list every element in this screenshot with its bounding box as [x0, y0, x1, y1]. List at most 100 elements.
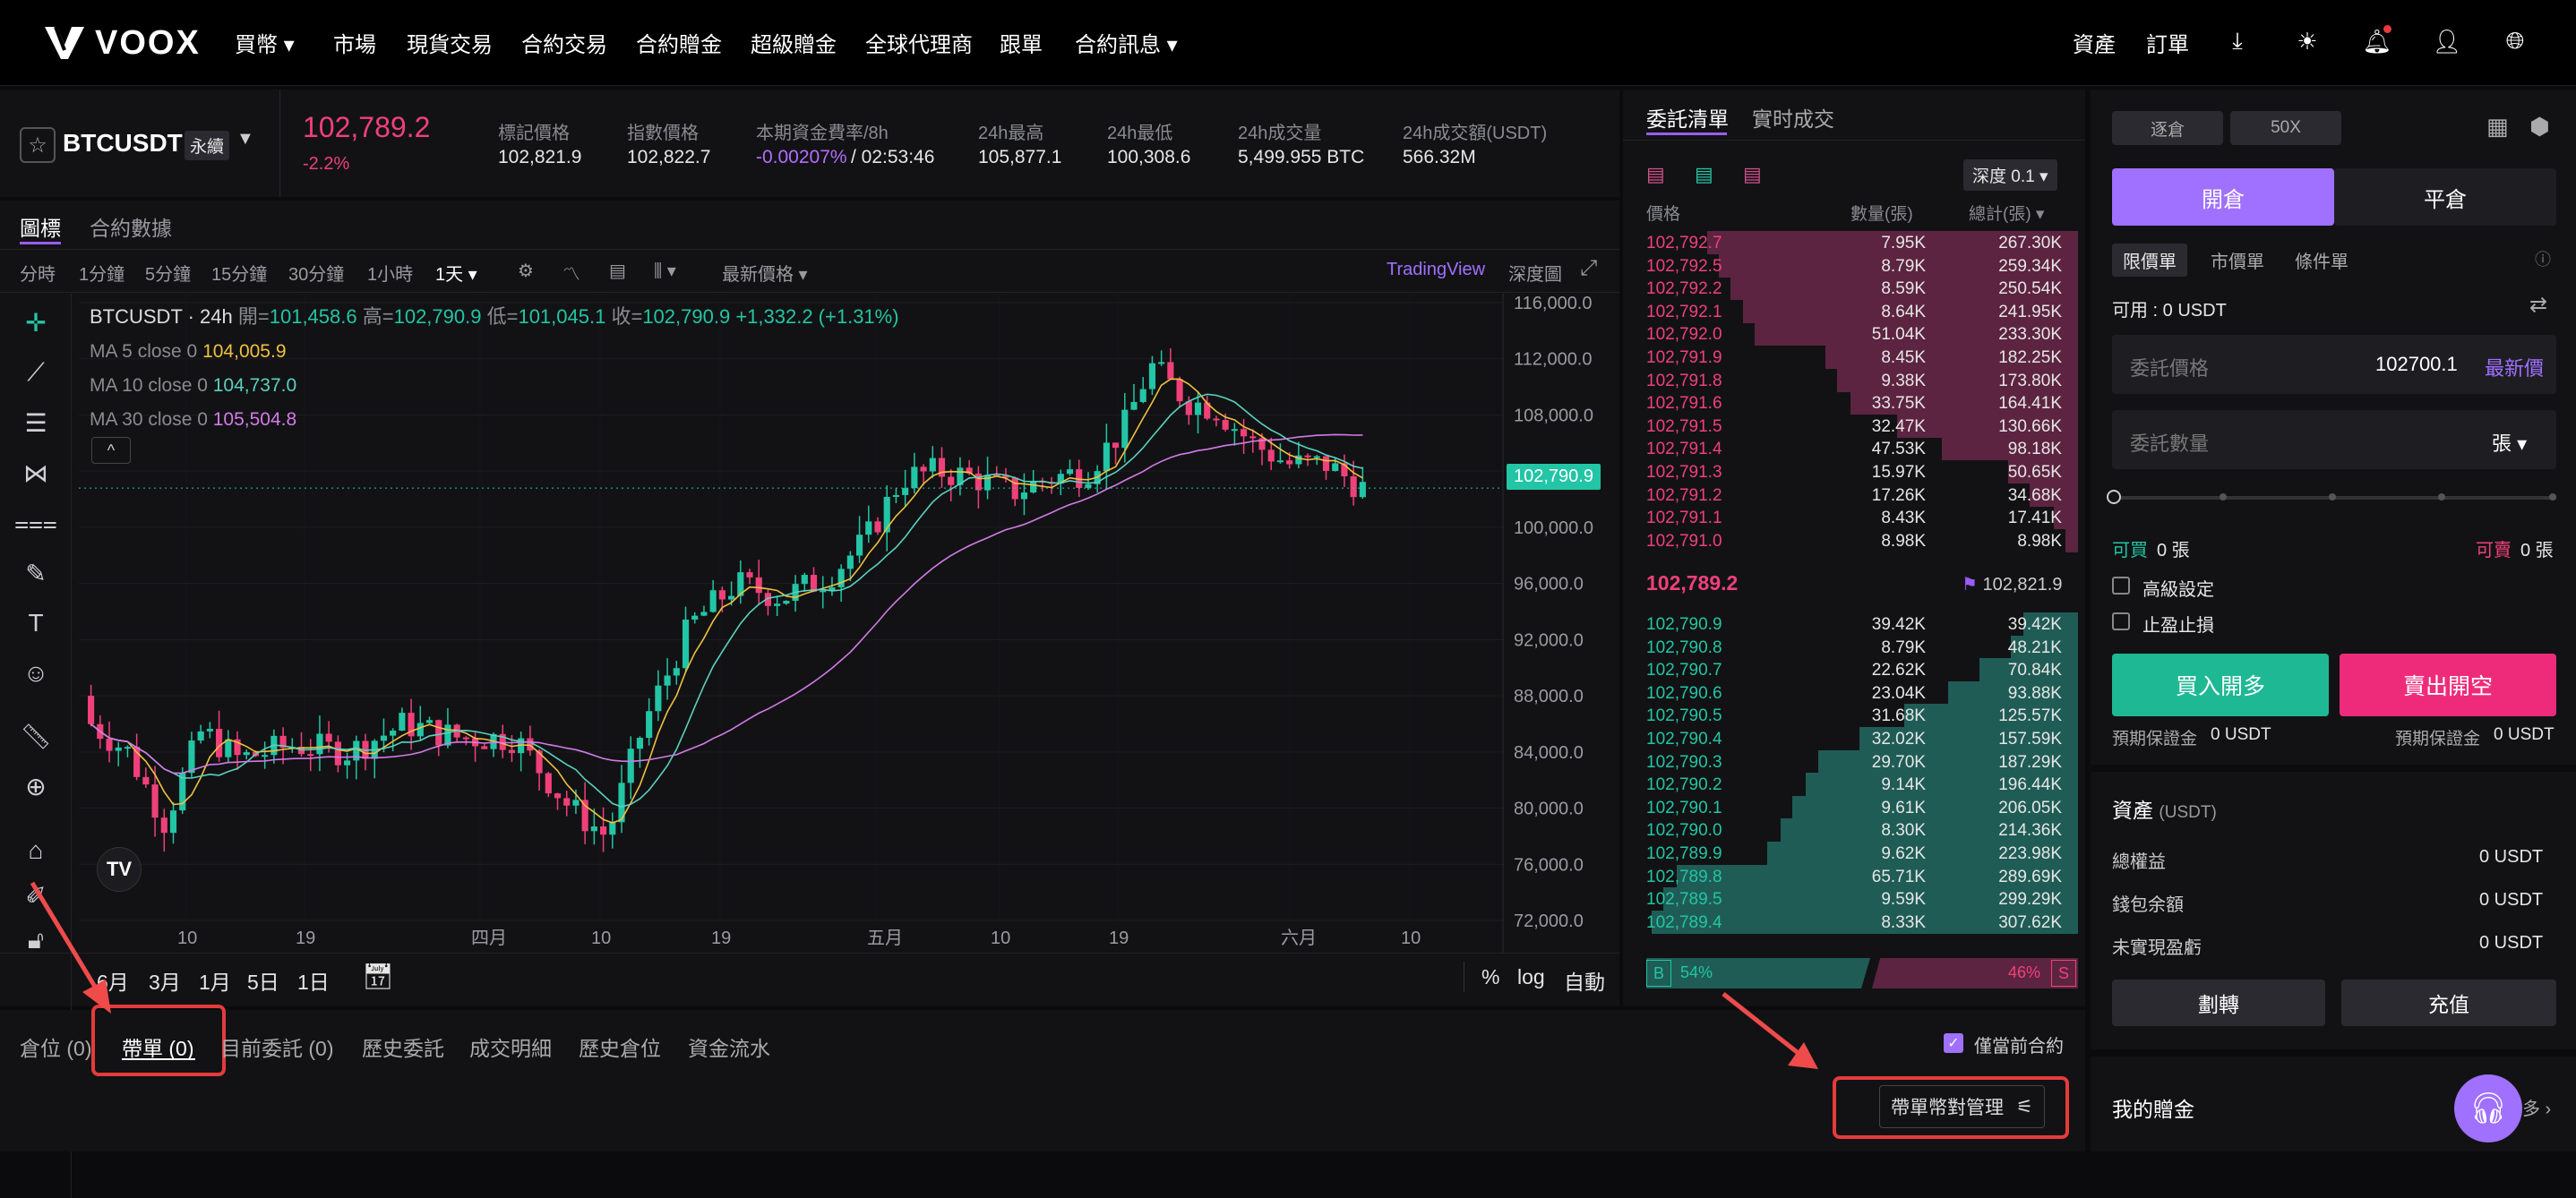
nav-assets[interactable]: 資產: [2073, 27, 2116, 58]
orderbook-row[interactable]: 102,789.9 9.62K 223.98K: [1623, 842, 2085, 865]
unit-select[interactable]: 張 ▾: [2492, 428, 2527, 457]
orderbook-row[interactable]: 102,790.2 9.14K 196.44K: [1623, 773, 2085, 797]
advanced-settings-checkbox[interactable]: [2112, 577, 2130, 595]
orderbook-row[interactable]: 102,789.5 9.59K 299.29K: [1623, 887, 2085, 911]
scale-percent[interactable]: %: [1481, 965, 1499, 989]
orderbook-row[interactable]: 102,791.3 15.97K 50.65K: [1623, 460, 2085, 483]
orderbook-row[interactable]: 102,792.2 8.59K 250.54K: [1623, 277, 2085, 301]
symbol-name[interactable]: BTCUSDT: [63, 129, 183, 158]
tf-1h[interactable]: 1小時: [367, 260, 413, 286]
orderbook-row[interactable]: 102,790.7 22.62K 70.84K: [1623, 658, 2085, 682]
calculator-icon[interactable]: ▦: [2486, 113, 2509, 141]
notification-bell-icon[interactable]: 🔔︎: [2361, 25, 2393, 57]
horizontal-lines-icon[interactable]: ☰: [16, 403, 56, 442]
orderbook-row[interactable]: 102,791.9 8.45K 182.25K: [1623, 346, 2085, 369]
pattern-icon[interactable]: ⋈: [16, 453, 56, 492]
tab-chart[interactable]: 圖標: [20, 211, 61, 242]
only-current-checkbox[interactable]: ✓: [1944, 1033, 1963, 1053]
orderbook-row[interactable]: 102,792.5 8.79K 259.34K: [1623, 253, 2085, 278]
sell-short-button[interactable]: 賣出開空: [2340, 654, 2556, 716]
crosshair-icon[interactable]: ✛: [16, 303, 56, 342]
orderbook-row[interactable]: 102,790.5 31.68K 125.57K: [1623, 704, 2085, 728]
quantity-input[interactable]: 委託數量 張 ▾: [2112, 410, 2556, 469]
nav-buy-crypto[interactable]: 買幣 ▾: [235, 27, 295, 58]
scale-auto[interactable]: 自動: [1564, 965, 1605, 996]
view-both-icon[interactable]: ▤: [1646, 163, 1665, 186]
download-icon[interactable]: ⤓: [2221, 25, 2254, 57]
transfer-button[interactable]: 劃轉: [2112, 980, 2325, 1026]
order-type-conditional[interactable]: 條件單: [2295, 247, 2348, 273]
support-headset-icon[interactable]: 🎧︎: [2454, 1074, 2522, 1142]
range-5d[interactable]: 5日: [247, 965, 279, 996]
depth-chart-toggle[interactable]: 深度圖: [1508, 260, 1562, 286]
close-position-tab[interactable]: 平倉: [2334, 168, 2556, 226]
quantity-slider[interactable]: [2107, 490, 2556, 504]
ruler-icon[interactable]: 📏︎: [16, 716, 56, 756]
tradingview-toggle[interactable]: TradingView: [1387, 260, 1485, 280]
view-asks-icon[interactable]: ▤: [1743, 163, 1762, 186]
tf-time[interactable]: 分時: [20, 260, 56, 286]
view-bids-icon[interactable]: ▤: [1695, 163, 1713, 186]
order-type-limit[interactable]: 限價單: [2112, 244, 2187, 277]
trendline-icon[interactable]: ⟋: [16, 353, 56, 392]
transfer-arrows-icon[interactable]: ⇄: [2529, 292, 2547, 318]
depth-precision-select[interactable]: 深度 0.1 ▾: [1963, 159, 2057, 191]
tpsl-checkbox[interactable]: [2112, 612, 2130, 630]
orderbook-row[interactable]: 102,791.5 32.47K 130.66K: [1623, 414, 2085, 438]
leverage-button[interactable]: 50X: [2230, 111, 2341, 145]
nav-markets[interactable]: 市場: [333, 27, 376, 58]
tab-open-orders[interactable]: 目前委託 (0): [220, 1031, 334, 1062]
orderbook-row[interactable]: 102,790.1 9.61K 206.05K: [1623, 795, 2085, 819]
tab-positions[interactable]: 倉位 (0): [20, 1031, 92, 1062]
magnet-icon[interactable]: ⌂: [16, 831, 56, 870]
copy-pairs-manage-button[interactable]: 帶單幣對管理 ⚟: [1879, 1085, 2045, 1128]
orderbook-row[interactable]: 102,792.1 8.64K 241.95K: [1623, 299, 2085, 323]
orderbook-row[interactable]: 102,791.6 33.75K 164.41K: [1623, 391, 2085, 415]
help-icon[interactable]: ⓘ: [2535, 247, 2551, 270]
tab-recent-trades[interactable]: 實时成交: [1752, 102, 1834, 133]
orderbook-row[interactable]: 102,790.0 8.30K 214.36K: [1623, 818, 2085, 843]
margin-mode-button[interactable]: 逐倉: [2112, 111, 2223, 145]
orderbook-row[interactable]: 102,790.3 29.70K 187.29K: [1623, 749, 2085, 774]
collapse-legend-icon[interactable]: ^: [91, 437, 131, 464]
unlock-icon[interactable]: 🔓︎: [16, 920, 56, 960]
orderbook-row[interactable]: 102,792.7 7.95K 267.30K: [1623, 231, 2085, 254]
tab-contract-data[interactable]: 合約數據: [90, 211, 172, 242]
range-6m[interactable]: 6月: [97, 965, 129, 996]
tf-15m[interactable]: 15分鐘: [211, 260, 267, 286]
orderbook-row[interactable]: 102,790.8 8.79K 48.21K: [1623, 635, 2085, 659]
orderbook-row[interactable]: 102,792.0 51.04K 233.30K: [1623, 322, 2085, 347]
user-icon[interactable]: 👤︎: [2431, 25, 2463, 57]
date-range-calendar-icon[interactable]: 📅︎: [362, 962, 394, 991]
orderbook-row[interactable]: 102,790.4 32.02K 157.59K: [1623, 727, 2085, 750]
lock-draw-icon[interactable]: ✐: [16, 876, 56, 915]
fullscreen-icon[interactable]: ⤢: [1580, 256, 1597, 281]
brand-logo[interactable]: VOOX: [43, 21, 201, 64]
nav-futures[interactable]: 合約交易: [521, 27, 607, 58]
template-icon[interactable]: ▤: [609, 260, 626, 282]
symbol-dropdown-icon[interactable]: ▼: [236, 129, 254, 150]
buy-long-button[interactable]: 買入開多: [2112, 654, 2329, 716]
orderbook-row[interactable]: 102,789.8 65.71K 289.69K: [1623, 864, 2085, 888]
orderbook-row[interactable]: 102,789.4 8.33K 307.62K: [1623, 910, 2085, 934]
nav-global-agents[interactable]: 全球代理商: [865, 27, 973, 58]
price-input[interactable]: 委託價格 102700.1 最新價: [2112, 335, 2556, 394]
price-source-select[interactable]: 最新價格 ▾: [722, 260, 808, 286]
orderbook-row[interactable]: 102,791.4 47.53K 98.18K: [1623, 437, 2085, 461]
theme-sun-icon[interactable]: ☀: [2291, 25, 2323, 57]
range-1d[interactable]: 1日: [297, 965, 330, 996]
orderbook-row[interactable]: 102,791.8 9.38K 173.80K: [1623, 368, 2085, 392]
nav-orders[interactable]: 訂單: [2146, 27, 2189, 58]
deposit-button[interactable]: 充值: [2341, 980, 2556, 1026]
tf-5m[interactable]: 5分鐘: [145, 260, 191, 286]
globe-language-icon[interactable]: 🌐︎: [2499, 25, 2531, 57]
range-3m[interactable]: 3月: [149, 965, 181, 996]
indicators-icon[interactable]: 〽: [562, 260, 580, 286]
latest-price-button[interactable]: 最新價: [2485, 353, 2544, 381]
emoji-icon[interactable]: ☺: [16, 654, 56, 693]
settings-hex-icon[interactable]: ⬢: [2529, 113, 2550, 141]
orderbook-row[interactable]: 102,791.0 8.98K 8.98K: [1623, 528, 2085, 552]
tradingview-logo-icon[interactable]: TV: [97, 847, 142, 892]
candlestick-chart[interactable]: 116,000.0112,000.0108,000.0104,000.0100,…: [79, 294, 1619, 953]
my-bonus-title[interactable]: 我的贈金: [2112, 1092, 2194, 1123]
